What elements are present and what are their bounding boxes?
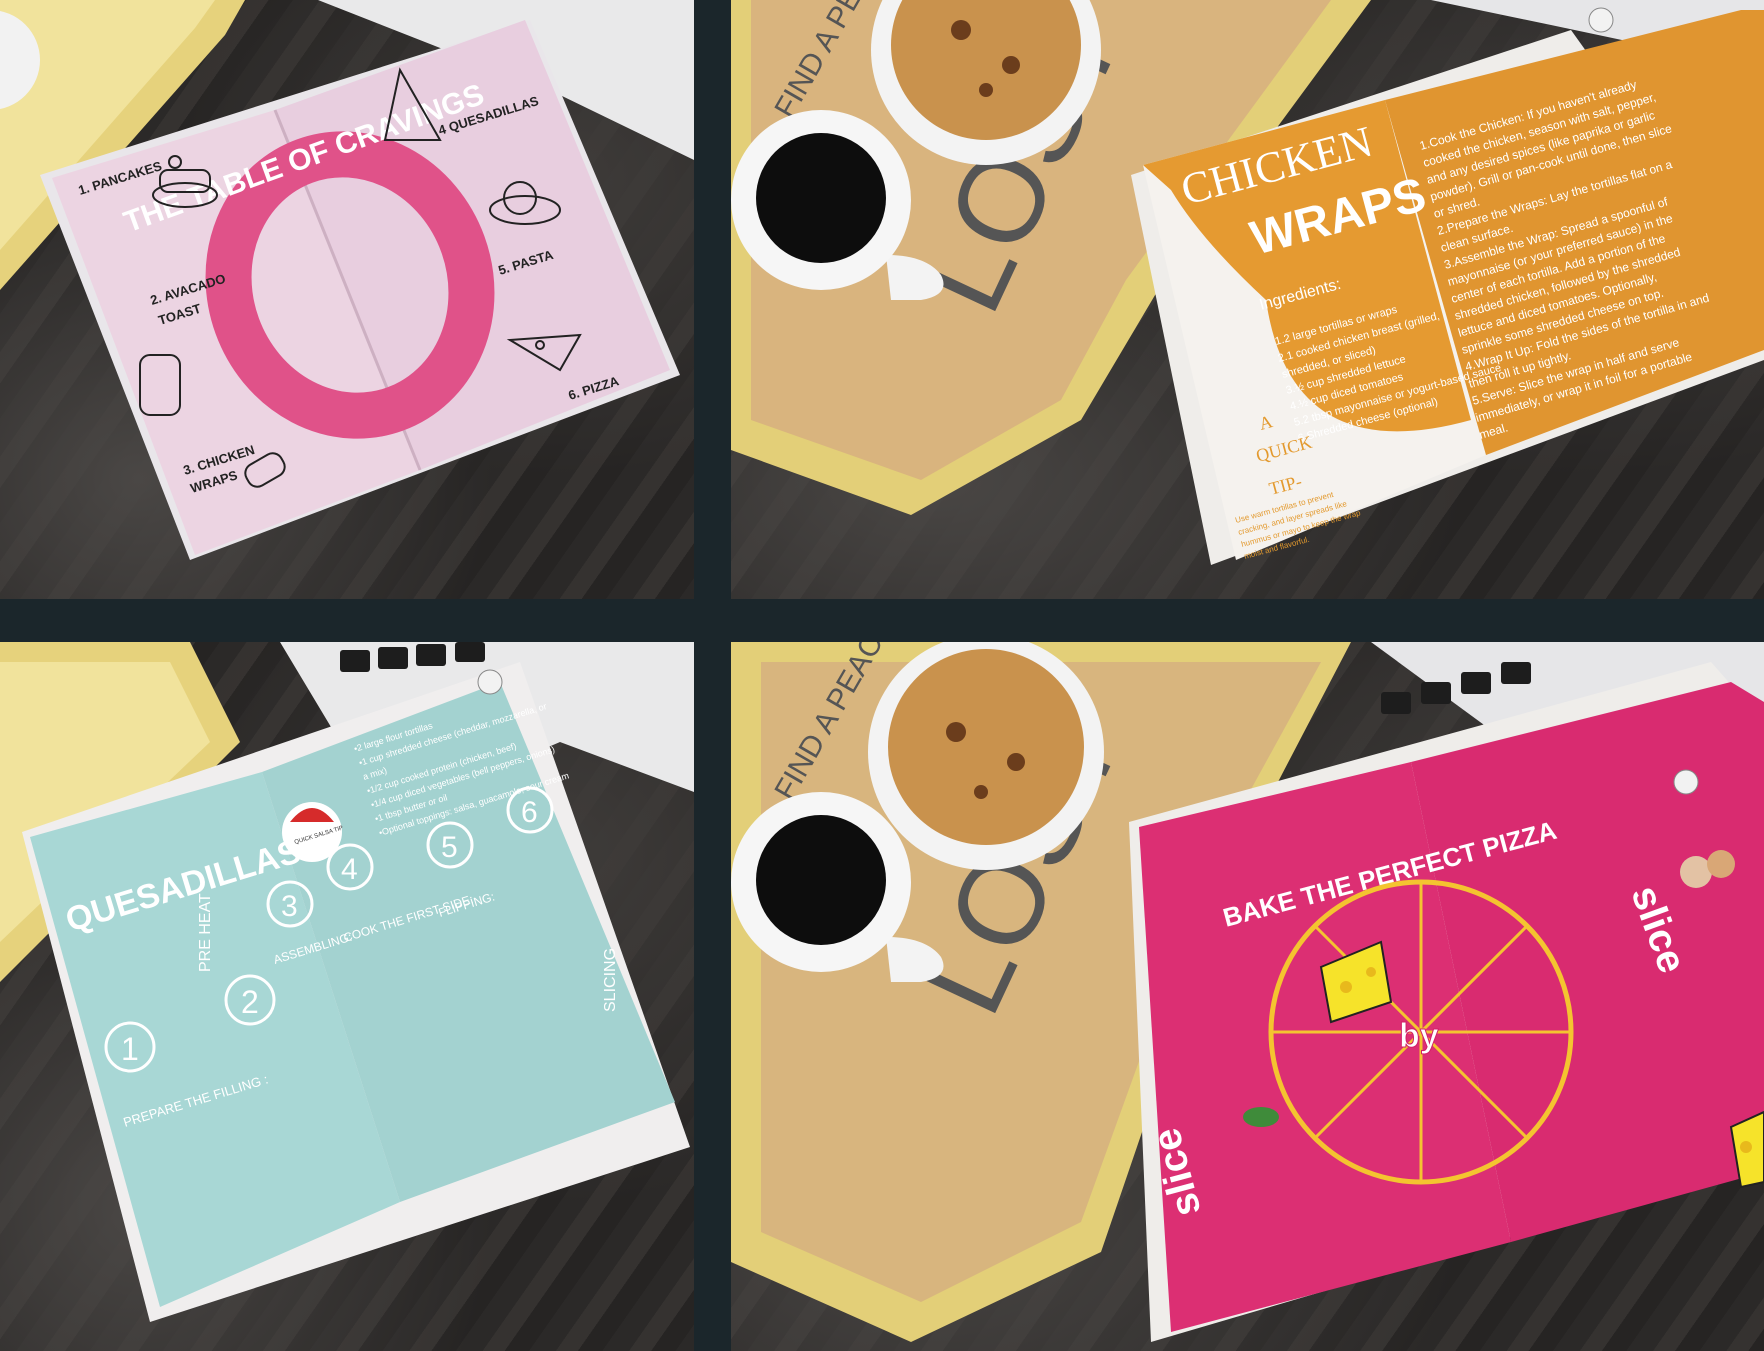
timer-icon bbox=[477, 669, 503, 695]
preheat-label: PRE HEAT bbox=[197, 893, 214, 972]
svg-text:5: 5 bbox=[441, 831, 458, 864]
basil-icon bbox=[1243, 1107, 1279, 1127]
photo-chicken-wraps: FIND A PEACE LOST CHICKEN WRAPS Ingredie… bbox=[731, 0, 1764, 599]
timer-icon bbox=[1588, 7, 1614, 33]
svg-text:1: 1 bbox=[121, 1031, 139, 1067]
slicing-label: SLICING bbox=[602, 948, 619, 1012]
granola-bowl bbox=[868, 642, 1104, 870]
svg-text:3: 3 bbox=[281, 890, 298, 923]
svg-text:4: 4 bbox=[341, 853, 358, 886]
svg-text:6: 6 bbox=[521, 796, 538, 829]
photo-table-of-cravings: THE TABLE OF CRAVINGS 1. PANCAKES 2. AVA… bbox=[0, 0, 694, 599]
svg-text:2: 2 bbox=[241, 984, 259, 1020]
photo-quesadillas: QUESADILLAS QUICK SALSA TIP •2 large flo… bbox=[0, 642, 694, 1351]
pizza-by: by bbox=[1399, 1017, 1439, 1055]
timer-icon bbox=[1673, 769, 1699, 795]
photo-pizza: FIND A PEACE LOST BAKE THE PERFECT PIZZA bbox=[731, 642, 1764, 1351]
